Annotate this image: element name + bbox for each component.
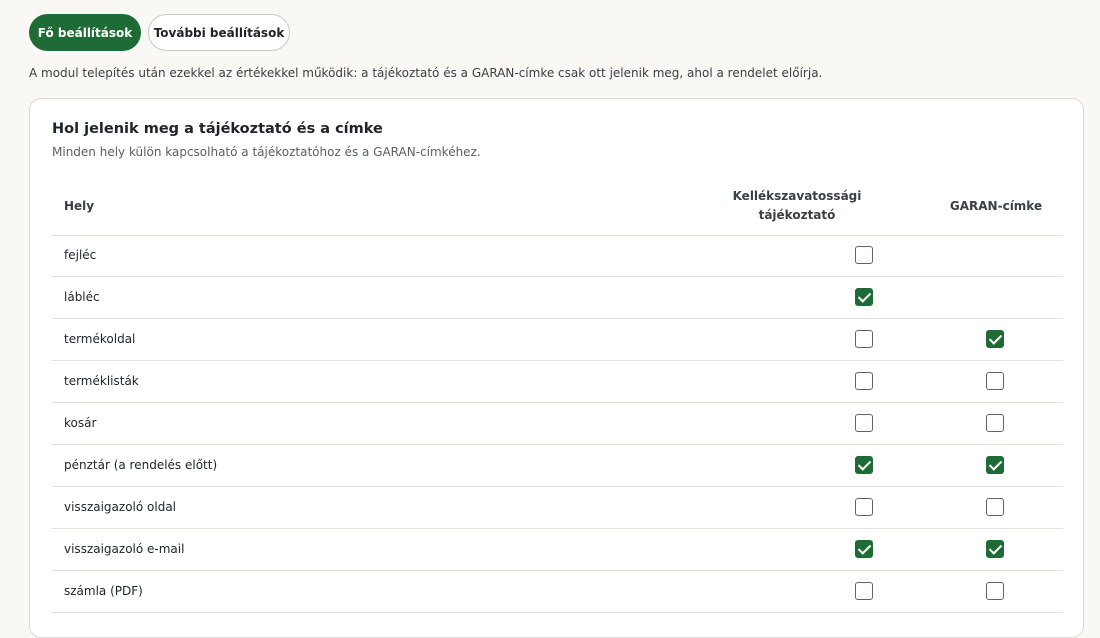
tab-additional-settings[interactable]: További beállítások <box>148 14 290 51</box>
card-title: Hol jelenik meg a tájékoztató és a címke <box>52 121 383 137</box>
row-label: kosár <box>64 416 97 430</box>
notice-checkbox[interactable] <box>855 288 873 306</box>
column-header-notice-line2: tájékoztató <box>758 208 836 222</box>
row-label: pénztár (a rendelés előtt) <box>64 458 218 472</box>
row-label: termékoldal <box>64 332 136 346</box>
notice-checkbox[interactable] <box>855 330 873 348</box>
notice-checkbox[interactable] <box>855 498 873 516</box>
table-row: terméklisták <box>52 361 1063 403</box>
table-header: Hely Kellékszavatossági tájékoztató GARA… <box>52 179 1063 236</box>
row-label: fejléc <box>64 248 97 262</box>
table-row: lábléc <box>52 277 1063 319</box>
placement-table-body: fejléc lábléc termékoldal terméklisták kosár… <box>52 235 1063 613</box>
card-subtitle: Minden hely külön kapcsolható a tájékozt… <box>52 145 481 159</box>
settings-tabs: Fő beállítások További beállítások <box>29 14 290 51</box>
row-label: lábléc <box>64 290 100 304</box>
column-header-place: Hely <box>64 199 95 213</box>
row-label: visszaigazoló e-mail <box>64 542 185 556</box>
table-row: kosár <box>52 403 1063 445</box>
garan-label-checkbox[interactable] <box>986 372 1004 390</box>
garan-label-checkbox[interactable] <box>986 456 1004 474</box>
notice-checkbox[interactable] <box>855 246 873 264</box>
garan-label-checkbox[interactable] <box>986 582 1004 600</box>
column-header-notice: Kellékszavatossági tájékoztató <box>707 187 887 225</box>
garan-label-checkbox[interactable] <box>986 330 1004 348</box>
notice-checkbox[interactable] <box>855 414 873 432</box>
row-label: számla (PDF) <box>64 584 143 598</box>
column-header-notice-line1: Kellékszavatossági <box>732 189 862 203</box>
notice-checkbox[interactable] <box>855 540 873 558</box>
row-label: terméklisták <box>64 374 139 388</box>
garan-label-checkbox[interactable] <box>986 414 1004 432</box>
column-header-garan: GARAN-címke <box>949 199 1043 213</box>
notice-checkbox[interactable] <box>855 582 873 600</box>
table-row: visszaigazoló e-mail <box>52 529 1063 571</box>
table-row: fejléc <box>52 235 1063 277</box>
table-row: pénztár (a rendelés előtt) <box>52 445 1063 487</box>
row-label: visszaigazoló oldal <box>64 500 177 514</box>
tab-main-settings[interactable]: Fő beállítások <box>29 14 141 51</box>
notice-checkbox[interactable] <box>855 456 873 474</box>
table-row: visszaigazoló oldal <box>52 487 1063 529</box>
garan-label-checkbox[interactable] <box>986 498 1004 516</box>
garan-label-checkbox[interactable] <box>986 540 1004 558</box>
placement-card: Hol jelenik meg a tájékoztató és a címke… <box>29 98 1084 638</box>
notice-checkbox[interactable] <box>855 372 873 390</box>
table-row: termékoldal <box>52 319 1063 361</box>
intro-text: A modul telepítés után ezekkel az értéke… <box>29 66 823 80</box>
table-row: számla (PDF) <box>52 571 1063 613</box>
